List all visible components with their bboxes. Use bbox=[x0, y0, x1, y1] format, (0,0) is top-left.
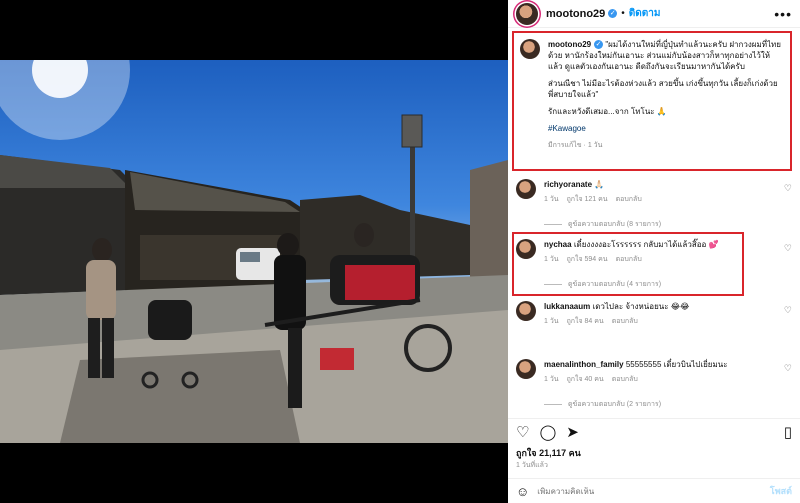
comment-text: เดวไปละ จ้างหน่อยนะ 😂😂 bbox=[592, 302, 690, 311]
post-comment-button[interactable]: โพสต์ bbox=[770, 484, 792, 498]
post-actions-bar: ♡ ◯ ➤ ▯ bbox=[508, 418, 800, 444]
comment-text: 🙏🏻 bbox=[594, 180, 605, 189]
comment-likes[interactable]: ถูกใจ 84 คน bbox=[567, 318, 604, 325]
comment-text: 55555555 เดี๋ยวบินไปเยี่ยมนะ bbox=[625, 360, 728, 369]
commenter-avatar[interactable] bbox=[516, 239, 536, 259]
caption-author-avatar[interactable] bbox=[520, 39, 540, 59]
reply-button[interactable]: ตอบกลับ bbox=[616, 256, 642, 263]
comment-item: richyoranate 🙏🏻 1 วัน ถูกใจ 121 คน ตอบกลับ… bbox=[516, 179, 798, 205]
commenter-username[interactable]: nychaa bbox=[544, 240, 572, 249]
comments-scroll-area[interactable]: mootono29 ✓ "ผมได้งานใหม่ที่ญี่ปุ่นทำแล้ว… bbox=[508, 29, 800, 413]
comment-time: 1 วัน bbox=[544, 318, 559, 325]
street-scene-illustration bbox=[0, 60, 508, 443]
post-header: mootono29 ✓ • ติดตาม ••• bbox=[508, 0, 800, 28]
header-separator: • bbox=[621, 8, 625, 19]
send-icon[interactable]: ➤ bbox=[566, 423, 579, 441]
comment-text: เดี๋ยงงงงอะโรรรรรร กลับมาได้แล้วสิ๊ออ 💕 bbox=[573, 240, 719, 249]
commenter-avatar[interactable] bbox=[516, 301, 536, 321]
commenter-avatar[interactable] bbox=[516, 359, 536, 379]
caption-hashtag[interactable]: #Kawagoe bbox=[548, 123, 784, 134]
caption-text-2: ส่วนณีชา ไม่มีอะไรต้องห่วงแล้ว สวยขึ้น เ… bbox=[548, 79, 778, 99]
post-media-area bbox=[0, 0, 508, 503]
reply-button[interactable]: ตอบกลับ bbox=[612, 318, 638, 325]
comment-likes[interactable]: ถูกใจ 121 คน bbox=[567, 196, 608, 203]
comment-likes[interactable]: ถูกใจ 40 คน bbox=[567, 376, 604, 383]
caption-text-3: รักและหวังดีเสมอ...จาก โทโนะ 🙏 bbox=[548, 107, 667, 116]
follow-button[interactable]: ติดตาม bbox=[629, 6, 661, 21]
commenter-username[interactable]: maenalinthon_family bbox=[544, 360, 624, 369]
add-comment-bar: ☺ โพสต์ bbox=[508, 478, 800, 503]
comment-like-icon[interactable]: ♡ bbox=[784, 305, 792, 316]
comment-likes[interactable]: ถูกใจ 594 คน bbox=[567, 256, 608, 263]
verified-badge-icon: ✓ bbox=[608, 9, 618, 18]
reply-button[interactable]: ตอบกลับ bbox=[612, 376, 638, 383]
likes-count[interactable]: ถูกใจ 21,117 คน bbox=[516, 446, 581, 460]
caption-body: mootono29 ✓ "ผมได้งานใหม่ที่ญี่ปุ่นทำแล้ว… bbox=[548, 39, 784, 163]
comment-time: 1 วัน bbox=[544, 256, 559, 263]
view-replies-link[interactable]: ดูข้อความตอบกลับ (8 รายการ) bbox=[544, 219, 661, 230]
author-username[interactable]: mootono29 bbox=[546, 8, 605, 20]
post-side-panel: mootono29 ✓ • ติดตาม ••• mootono29 ✓ "ผมไ… bbox=[508, 0, 800, 503]
comment-icon[interactable]: ◯ bbox=[539, 423, 556, 441]
comment-item: lukkanaaum เดวไปละ จ้างหน่อยนะ 😂😂 1 วัน ถ… bbox=[516, 301, 798, 327]
bookmark-icon[interactable]: ▯ bbox=[784, 423, 792, 441]
commenter-username[interactable]: lukkanaaum bbox=[544, 302, 590, 311]
comment-time: 1 วัน bbox=[544, 196, 559, 203]
emoji-icon[interactable]: ☺ bbox=[516, 484, 529, 499]
posted-time: 1 วันที่แล้ว bbox=[516, 462, 548, 469]
caption-meta: มีการแก้ไข · 1 วัน bbox=[548, 142, 603, 149]
caption-highlight-box: mootono29 ✓ "ผมได้งานใหม่ที่ญี่ปุ่นทำแล้ว… bbox=[512, 31, 792, 171]
comment-like-icon[interactable]: ♡ bbox=[784, 243, 792, 254]
heart-outline-icon[interactable]: ♡ bbox=[516, 423, 529, 441]
comment-like-icon[interactable]: ♡ bbox=[784, 363, 792, 374]
comment-input[interactable] bbox=[537, 486, 738, 496]
comment-item: maenalinthon_family 55555555 เดี๋ยวบินไป… bbox=[516, 359, 798, 385]
more-options-icon[interactable]: ••• bbox=[774, 6, 792, 22]
view-replies-link[interactable]: ดูข้อความตอบกลับ (4 รายการ) bbox=[544, 279, 661, 290]
caption-username[interactable]: mootono29 bbox=[548, 40, 591, 49]
comment-like-icon[interactable]: ♡ bbox=[784, 183, 792, 194]
commenter-avatar[interactable] bbox=[516, 179, 536, 199]
reply-button[interactable]: ตอบกลับ bbox=[616, 196, 642, 203]
view-replies-link[interactable]: ดูข้อความตอบกลับ (2 รายการ) bbox=[544, 399, 661, 410]
verified-badge-icon: ✓ bbox=[594, 40, 604, 50]
instagram-post-view: mootono29 ✓ • ติดตาม ••• mootono29 ✓ "ผมไ… bbox=[0, 0, 800, 503]
post-photo[interactable] bbox=[0, 60, 508, 443]
comment-item: nychaa เดี๋ยงงงงอะโรรรรรร กลับมาได้แล้วส… bbox=[516, 239, 798, 265]
commenter-username[interactable]: richyoranate bbox=[544, 180, 592, 189]
comment-time: 1 วัน bbox=[544, 376, 559, 383]
author-avatar[interactable] bbox=[516, 2, 538, 25]
